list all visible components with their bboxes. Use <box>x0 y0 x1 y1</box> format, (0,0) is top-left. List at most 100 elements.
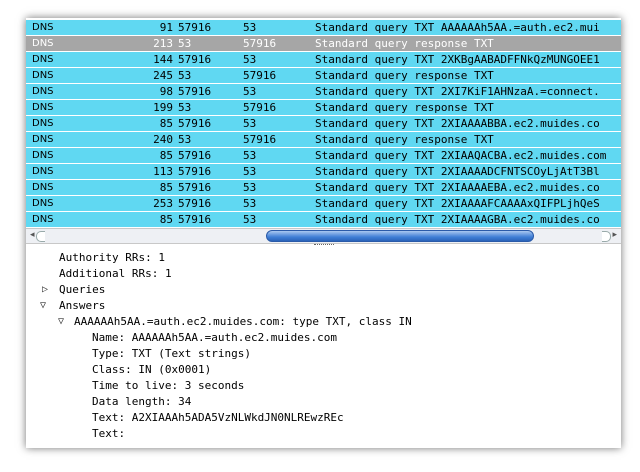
packet-list[interactable]: DNS 91 57916 53 Standard query TXT AAAAAAh5A… <box>26 18 621 228</box>
packet-destination-port-cell: 57916 <box>243 37 277 50</box>
packet-info-cell: Standard query TXT 2XI7KiF1AHNzaA.=conne… <box>315 85 600 98</box>
packet-row[interactable]: DNS 113 57916 53 Standard query TXT 2XIAAAAD… <box>26 164 621 180</box>
packet-info-cell: Standard query TXT 2XIAAAAGBA.ec2.muides… <box>315 213 600 226</box>
wireshark-window: DNS 91 57916 53 Standard query TXT AAAAAAh5A… <box>26 18 621 448</box>
packet-destination-port-cell: 57916 <box>243 133 277 146</box>
horizontal-scrollbar[interactable]: ◂ ▸ <box>26 228 621 244</box>
packet-source-port-cell: 53 <box>178 101 192 114</box>
packet-length-cell: 85 <box>159 149 173 162</box>
packet-row[interactable]: DNS 85 57916 53 Standard query TXT 2XIAAAABB… <box>26 116 621 132</box>
packet-length-cell: 113 <box>153 165 173 178</box>
packet-length-cell: 85 <box>159 213 173 226</box>
scroll-right-arrow-icon[interactable]: ▸ <box>612 230 617 240</box>
packet-protocol-cell: DNS <box>32 102 54 113</box>
packet-info-cell: Standard query response TXT <box>315 37 494 50</box>
answers-tree-item[interactable]: Answers <box>59 298 105 313</box>
expand-triangle-icon[interactable]: ▷ <box>42 282 48 297</box>
packet-destination-port-cell: 53 <box>243 149 257 162</box>
packet-source-port-cell: 53 <box>178 69 192 82</box>
packet-info-cell: Standard query response TXT <box>315 69 494 82</box>
packet-destination-port-cell: 53 <box>243 85 257 98</box>
packet-destination-port-cell: 57916 <box>243 101 277 114</box>
packet-row[interactable]: DNS 144 57916 53 Standard query TXT 2XKBgAAB… <box>26 52 621 68</box>
packet-length-cell: 245 <box>153 69 173 82</box>
packet-protocol-cell: DNS <box>32 118 54 129</box>
answer-data-length-field[interactable]: Data length: 34 <box>92 394 191 409</box>
packet-row[interactable]: DNS 213 53 57916 Standard query response TXT <box>26 36 621 52</box>
packet-protocol-cell: DNS <box>32 54 54 65</box>
packet-protocol-cell: DNS <box>32 22 54 33</box>
packet-destination-port-cell: 53 <box>243 165 257 178</box>
packet-destination-port-cell: 53 <box>243 117 257 130</box>
answer-name-field[interactable]: Name: AAAAAAh5AA.=auth.ec2.muides.com <box>92 330 337 345</box>
packet-info-cell: Standard query TXT 2XIAAQACBA.ec2.muides… <box>315 149 607 162</box>
packet-source-port-cell: 57916 <box>178 85 212 98</box>
packet-source-port-cell: 57916 <box>178 213 212 226</box>
answer-record-tree-item[interactable]: AAAAAAh5AA.=auth.ec2.muides.com: type TX… <box>74 314 412 329</box>
packet-protocol-cell: DNS <box>32 214 54 225</box>
packet-source-port-cell: 57916 <box>178 53 212 66</box>
packet-protocol-cell: DNS <box>32 38 54 49</box>
packet-length-cell: 85 <box>159 117 173 130</box>
answer-text-field[interactable]: Text: A2XIAAAh5ADA5VzNLWkdJN0NLREwzREc <box>92 410 344 425</box>
packet-source-port-cell: 57916 <box>178 21 212 34</box>
collapse-triangle-icon[interactable]: ▽ <box>40 298 46 313</box>
packet-info-cell: Standard query TXT 2XIAAAADCFNTSCOyLjAtT… <box>315 165 600 178</box>
packet-length-cell: 240 <box>153 133 173 146</box>
collapse-triangle-icon[interactable]: ▽ <box>58 314 64 329</box>
packet-length-cell: 213 <box>153 37 173 50</box>
packet-destination-port-cell: 53 <box>243 213 257 226</box>
pane-resize-handle[interactable] <box>314 244 334 247</box>
packet-source-port-cell: 57916 <box>178 165 212 178</box>
answer-type-field[interactable]: Type: TXT (Text strings) <box>92 346 251 361</box>
answer-ttl-field[interactable]: Time to live: 3 seconds <box>92 378 244 393</box>
packet-length-cell: 253 <box>153 197 173 210</box>
packet-protocol-cell: DNS <box>32 182 54 193</box>
packet-source-port-cell: 53 <box>178 133 192 146</box>
packet-destination-port-cell: 53 <box>243 197 257 210</box>
packet-info-cell: Standard query response TXT <box>315 133 494 146</box>
packet-destination-port-cell: 57916 <box>243 69 277 82</box>
packet-protocol-cell: DNS <box>32 86 54 97</box>
packet-length-cell: 199 <box>153 101 173 114</box>
packet-details-pane[interactable]: Authority RRs: 1 Additional RRs: 1 ▷ Que… <box>26 248 621 448</box>
scroll-left-arrow-icon[interactable]: ◂ <box>30 230 35 240</box>
packet-length-cell: 98 <box>159 85 173 98</box>
queries-tree-item[interactable]: Queries <box>59 282 105 297</box>
scrollbar-thumb[interactable] <box>266 230 534 242</box>
packet-destination-port-cell: 53 <box>243 21 257 34</box>
additional-rrs-field[interactable]: Additional RRs: 1 <box>59 266 172 281</box>
packet-row[interactable]: DNS 85 57916 53 Standard query TXT 2XIAAAAEB… <box>26 180 621 196</box>
packet-info-cell: Standard query TXT 2XIAAAAEBA.ec2.muides… <box>315 181 600 194</box>
packet-protocol-cell: DNS <box>32 166 54 177</box>
packet-row[interactable]: DNS 199 53 57916 Standard query response TXT <box>26 100 621 116</box>
packet-row[interactable]: DNS 85 57916 53 Standard query TXT 2XIAAQACB… <box>26 148 621 164</box>
packet-row[interactable]: DNS 91 57916 53 Standard query TXT AAAAAAh5A… <box>26 20 621 36</box>
scroll-track-left-cap <box>36 231 45 242</box>
packet-row[interactable]: DNS 245 53 57916 Standard query response TXT <box>26 68 621 84</box>
packet-info-cell: Standard query TXT 2XKBgAABADFFNkQzMUNGO… <box>315 53 600 66</box>
packet-info-cell: Standard query TXT 2XIAAAABBA.ec2.muides… <box>315 117 600 130</box>
packet-row[interactable]: DNS 253 57916 53 Standard query TXT 2XIAAAAF… <box>26 196 621 212</box>
packet-destination-port-cell: 53 <box>243 53 257 66</box>
packet-info-cell: Standard query TXT 2XIAAAAFCAAAAxQIFPLjh… <box>315 197 600 210</box>
packet-source-port-cell: 57916 <box>178 117 212 130</box>
packet-row[interactable]: DNS 240 53 57916 Standard query response TXT <box>26 132 621 148</box>
packet-length-cell: 85 <box>159 181 173 194</box>
packet-length-cell: 144 <box>153 53 173 66</box>
packet-info-cell: Standard query TXT AAAAAAh5AA.=auth.ec2.… <box>315 21 600 34</box>
packet-source-port-cell: 57916 <box>178 197 212 210</box>
answer-text-field[interactable]: Text: <box>92 426 125 441</box>
packet-length-cell: 91 <box>159 21 173 34</box>
packet-protocol-cell: DNS <box>32 198 54 209</box>
answer-class-field[interactable]: Class: IN (0x0001) <box>92 362 211 377</box>
packet-protocol-cell: DNS <box>32 150 54 161</box>
packet-source-port-cell: 57916 <box>178 181 212 194</box>
packet-destination-port-cell: 53 <box>243 181 257 194</box>
packet-source-port-cell: 57916 <box>178 149 212 162</box>
scroll-track-right-cap <box>602 231 611 242</box>
packet-row[interactable]: DNS 85 57916 53 Standard query TXT 2XIAAAAGB… <box>26 212 621 228</box>
authority-rrs-field[interactable]: Authority RRs: 1 <box>59 250 165 265</box>
packet-protocol-cell: DNS <box>32 134 54 145</box>
packet-row[interactable]: DNS 98 57916 53 Standard query TXT 2XI7KiF1A… <box>26 84 621 100</box>
